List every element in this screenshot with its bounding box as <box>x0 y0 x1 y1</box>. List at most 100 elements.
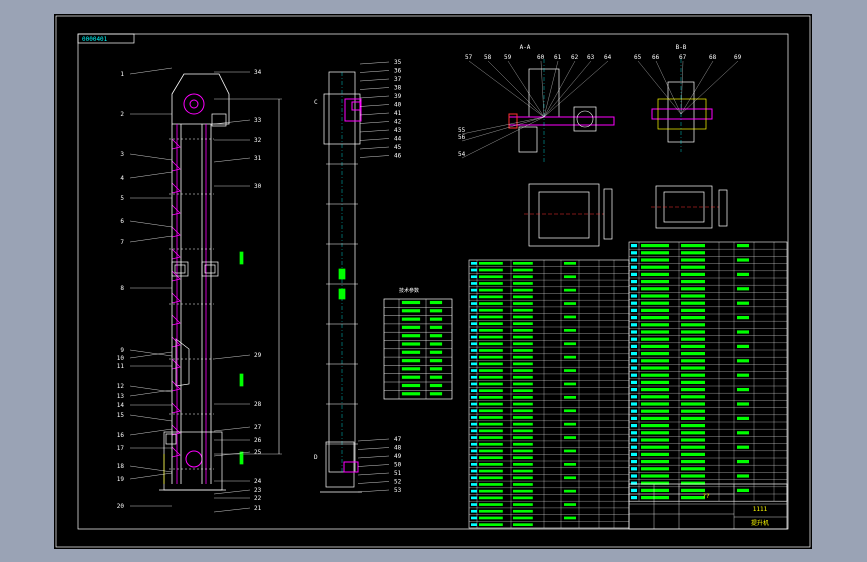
bom-item-no <box>631 294 637 298</box>
boot-housing <box>163 431 223 491</box>
bom-item-no <box>471 463 477 466</box>
part-number-53: 53 <box>394 487 402 494</box>
bom-item-material <box>737 272 749 276</box>
bom-item-code <box>479 523 503 526</box>
detail-a-key <box>508 113 518 129</box>
title-block-code: 1111 <box>753 506 768 513</box>
bom-item-code <box>641 337 669 341</box>
bom-item-material <box>564 315 576 319</box>
tech-table-value-text <box>429 367 443 371</box>
detail-a-bearing <box>518 126 538 153</box>
leader-line <box>507 60 545 118</box>
bom-item-name <box>681 488 705 492</box>
part-number-29: 29 <box>254 352 262 359</box>
bom-item-code <box>641 416 669 420</box>
bom-item-name <box>513 329 533 332</box>
bom-item-code <box>479 342 503 346</box>
side-alignment-mark <box>338 288 346 300</box>
bom-item-code <box>641 366 669 370</box>
bom-item-code <box>641 244 669 248</box>
leader-line <box>359 112 390 116</box>
bom-item-name <box>513 523 533 526</box>
bom-item-material <box>564 369 576 372</box>
part-number-55: 55 <box>458 127 466 134</box>
bom-item-code <box>641 395 669 399</box>
part-number-10: 10 <box>117 355 125 362</box>
bom-item-name <box>681 409 705 413</box>
leader-line <box>129 153 173 161</box>
bom-item-material <box>737 373 749 377</box>
bom-item-no <box>631 474 637 478</box>
bom-item-name <box>681 244 705 248</box>
leader-line <box>129 220 173 228</box>
part-number-52: 52 <box>394 479 402 486</box>
bom-item-code <box>641 272 669 276</box>
bucket <box>171 160 181 172</box>
part-number-6: 6 <box>120 218 124 225</box>
bom-item-name <box>513 355 533 359</box>
bom-item-code <box>479 429 503 433</box>
bom-item-code <box>479 349 503 352</box>
bom-item-name <box>681 474 705 478</box>
bom-item-material <box>737 316 749 320</box>
bom-item-code <box>641 438 669 442</box>
bom-item-code <box>479 442 503 446</box>
part-number-13: 13 <box>117 393 125 400</box>
bom-item-no <box>471 496 477 500</box>
bom-item-no <box>471 483 477 486</box>
bom-item-material <box>564 262 576 265</box>
bom-item-name <box>513 288 533 292</box>
bom-item-name <box>513 463 533 466</box>
bom-item-material <box>737 488 749 492</box>
part-number-20: 20 <box>117 503 125 510</box>
bucket <box>171 226 181 238</box>
part-number-64: 64 <box>604 54 612 61</box>
bom-item-material <box>564 422 576 426</box>
part-number-22: 22 <box>254 495 262 502</box>
bom-item-no <box>631 323 637 327</box>
leader-line <box>359 146 390 150</box>
tech-table-value-text <box>429 300 443 305</box>
tech-table-cell-text <box>401 392 421 396</box>
bom-item-no <box>471 342 477 346</box>
bom-item-no <box>471 262 477 265</box>
bom-item-code <box>479 409 503 413</box>
section-a-dim <box>603 188 613 240</box>
side-view-mark-d: D <box>314 454 318 461</box>
bom-item-code <box>641 359 669 363</box>
part-number-51: 51 <box>394 470 402 477</box>
bom-item-material <box>737 287 749 291</box>
bom-item-no <box>631 301 637 305</box>
part-number-50: 50 <box>394 462 402 469</box>
bom-item-material <box>737 402 749 406</box>
bom-item-name <box>513 369 533 372</box>
bom-item-name <box>513 315 533 319</box>
leader-line <box>357 464 390 467</box>
part-number-17: 17 <box>117 445 125 452</box>
bom-item-no <box>631 380 637 384</box>
leader-line <box>680 60 714 115</box>
leader-line <box>655 60 682 115</box>
tech-table-cell-text <box>401 342 421 346</box>
bom-item-name <box>681 294 705 298</box>
bom-item-name <box>513 396 533 399</box>
leader-line <box>129 171 173 179</box>
bom-item-no <box>631 344 637 348</box>
frame-tag: 0000401 <box>82 36 108 43</box>
title-block-mark: ?? <box>702 493 710 500</box>
leader-line <box>129 389 173 397</box>
bom-item-name <box>513 402 533 406</box>
part-number-18: 18 <box>117 463 125 470</box>
part-number-38: 38 <box>394 85 402 92</box>
bom-item-material <box>737 244 749 248</box>
bom-item-no <box>631 308 637 312</box>
leader-line <box>129 472 173 480</box>
bom-item-name <box>681 265 705 269</box>
leader-line <box>543 60 609 118</box>
bom-item-material <box>737 474 749 478</box>
part-number-60: 60 <box>537 54 545 61</box>
bom-item-name <box>513 335 533 339</box>
bom-item-no <box>631 416 637 420</box>
bom-item-name <box>513 436 533 439</box>
tech-table-value-text <box>429 317 443 321</box>
